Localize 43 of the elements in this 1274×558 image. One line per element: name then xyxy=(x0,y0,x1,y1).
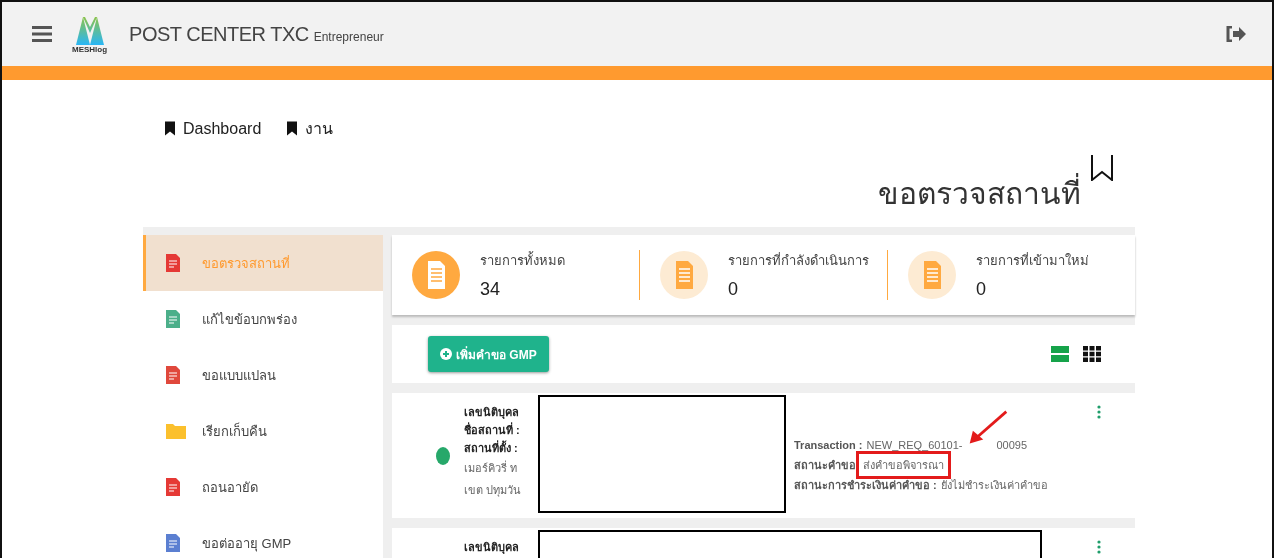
sidebar-item[interactable]: เรียกเก็บคืน xyxy=(143,403,383,459)
status-label: สถานะคำขอ xyxy=(794,458,856,473)
plus-icon xyxy=(440,348,452,360)
bookmark-icon xyxy=(287,121,298,136)
more-options-icon[interactable] xyxy=(1097,405,1101,419)
logo-text: MESHlog xyxy=(72,44,108,54)
breadcrumb-link[interactable]: Dashboard xyxy=(165,116,262,141)
field-label: เลขนิติบุคล xyxy=(464,540,519,556)
payment-value: ยังไม่ชำระเงินค่าคำขอ xyxy=(940,478,1048,493)
address-text: เขต ปทุมวัน xyxy=(464,483,522,499)
document-circle-icon xyxy=(660,251,708,299)
payment-label: สถานะการชำระเงินค่าคำขอ : xyxy=(794,478,937,493)
breadcrumb-link[interactable]: งาน xyxy=(287,116,334,141)
stat-value: 0 xyxy=(976,279,987,300)
logo-icon xyxy=(74,14,105,45)
transaction-label: Transaction : xyxy=(794,438,863,453)
app-title: POST CENTER TXC xyxy=(129,22,309,46)
bookmark-outline-icon xyxy=(1091,155,1113,181)
bookmark-icon xyxy=(165,121,175,136)
stat-value: 34 xyxy=(480,279,502,300)
document-circle-icon xyxy=(908,251,956,299)
page-title: ขอตรวจสถานที่ xyxy=(878,170,1081,217)
stat-label: รายการทั้งหมด xyxy=(480,250,565,270)
menu-icon[interactable] xyxy=(32,26,52,42)
address-text: เมอร์คิวรี่ ท xyxy=(464,459,518,476)
transaction-value: NEW_REQ_60101- xyxy=(866,438,963,453)
sidebar-item[interactable]: ถอนอายัด xyxy=(143,459,383,515)
stat-value: 0 xyxy=(728,279,739,300)
logout-icon[interactable] xyxy=(1226,26,1246,42)
sidebar-item[interactable]: ขอแบบแปลน xyxy=(143,347,383,403)
app-subtitle: Entrepreneur xyxy=(313,30,384,44)
transaction-value: 00095 xyxy=(996,438,1028,453)
sidebar-item[interactable]: ขอต่ออายุ GMP xyxy=(143,515,383,558)
list-view-icon[interactable] xyxy=(1051,346,1069,362)
stat-label: รายการที่เข้ามาใหม่ xyxy=(976,251,1089,270)
document-badge-icon xyxy=(412,251,460,299)
stat-label: รายการที่กำลังดำเนินการ xyxy=(728,251,869,270)
sidebar-item[interactable]: แก้ไขข้อบกพร่อง xyxy=(143,291,383,347)
field-label: สถานที่ตั้ง : xyxy=(464,439,518,456)
grid-view-icon[interactable] xyxy=(1083,346,1101,362)
field-label: ชื่อสถานที่ : xyxy=(464,421,520,438)
more-options-icon[interactable] xyxy=(1097,540,1101,554)
field-label: เลขนิติบุคล xyxy=(464,405,519,421)
